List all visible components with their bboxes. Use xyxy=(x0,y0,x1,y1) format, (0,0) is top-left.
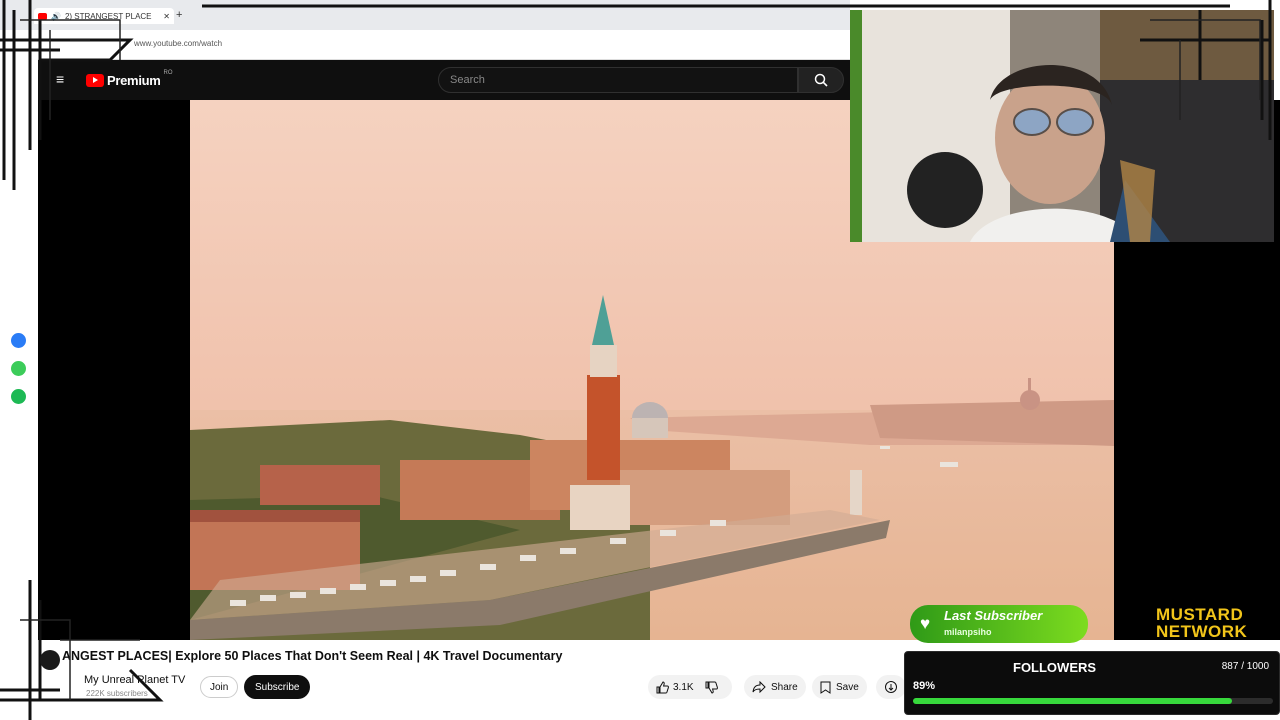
network-line2: NETWORK xyxy=(1156,622,1248,641)
browser-tab[interactable]: 🔊 2) STRANGEST PLACE ✕ xyxy=(34,8,174,24)
whatsapp-icon[interactable] xyxy=(11,361,26,376)
webcam-overlay xyxy=(850,10,1274,242)
thumbs-down-icon xyxy=(705,681,718,694)
like-button[interactable]: 3.1K xyxy=(656,680,694,694)
url-text[interactable]: www.youtube.com/watch xyxy=(134,39,222,48)
last-subscriber-badge: ♥ Last Subscriber milanpsiho xyxy=(910,605,1088,643)
youtube-premium-logo[interactable]: Premium RO xyxy=(86,70,173,88)
youtube-favicon-icon xyxy=(38,12,47,20)
channel-name[interactable]: My Unreal Planet TV xyxy=(84,674,185,686)
share-button[interactable]: Share xyxy=(744,675,806,699)
search-button[interactable] xyxy=(798,67,844,93)
share-label: Share xyxy=(771,681,798,693)
youtube-header: ≡ Premium RO Search xyxy=(38,60,850,100)
like-count: 3.1K xyxy=(673,681,694,693)
heart-icon: ♥ xyxy=(920,614,931,633)
subscriber-count: 222K subscribers xyxy=(86,689,148,698)
webcam-feed xyxy=(850,10,1274,242)
new-tab-button[interactable]: + xyxy=(176,9,182,21)
like-dislike-group: 3.1K xyxy=(648,675,732,699)
followers-goal-panel: FOLLOWERS 887 / 1000 89% xyxy=(904,651,1280,715)
dislike-button[interactable] xyxy=(705,681,718,694)
network-line1: MUSTARD xyxy=(1156,605,1244,624)
logo-text: Premium xyxy=(107,73,161,88)
followers-count: 887 / 1000 xyxy=(1221,661,1269,672)
browser-tab-bar: 🔊 2) STRANGEST PLACE ✕ + xyxy=(0,0,850,30)
messenger-icon[interactable] xyxy=(11,333,26,348)
screen: 🔊 2) STRANGEST PLACE ✕ + www.youtube.com… xyxy=(0,0,1280,720)
video-title: ANGEST PLACES| Explore 50 Places That Do… xyxy=(62,649,563,663)
followers-progress-fill xyxy=(913,698,1233,704)
last-subscriber-label: Last Subscriber xyxy=(944,608,1043,623)
thumbs-up-icon xyxy=(656,680,669,693)
join-button[interactable]: Join xyxy=(200,676,239,698)
thanks-button[interactable] xyxy=(876,675,906,699)
tab-close-icon[interactable]: ✕ xyxy=(163,12,170,21)
mustard-network-logo: MUSTARD NETWORK xyxy=(1156,606,1274,640)
share-icon xyxy=(752,681,766,693)
followers-progress-track xyxy=(913,698,1273,704)
search-icon xyxy=(814,73,828,87)
save-button[interactable]: Save xyxy=(812,675,867,699)
logo-country: RO xyxy=(163,70,173,76)
speaker-icon: 🔊 xyxy=(51,11,61,21)
search-input[interactable]: Search xyxy=(438,67,798,93)
save-label: Save xyxy=(836,681,859,693)
youtube-play-icon xyxy=(86,74,104,87)
menu-icon[interactable]: ≡ xyxy=(56,71,64,87)
address-bar[interactable]: www.youtube.com/watch xyxy=(0,30,850,60)
subscribe-button[interactable]: Subscribe xyxy=(244,675,311,699)
followers-title: FOLLOWERS xyxy=(1013,660,1097,675)
last-subscriber-name: milanpsiho xyxy=(944,627,992,637)
thanks-icon xyxy=(885,681,897,693)
followers-percent: 89% xyxy=(913,680,936,692)
spotify-icon[interactable] xyxy=(11,389,26,404)
bookmark-icon xyxy=(820,681,831,694)
tab-title: 2) STRANGEST PLACE xyxy=(64,11,152,21)
left-sidebar xyxy=(0,30,38,720)
